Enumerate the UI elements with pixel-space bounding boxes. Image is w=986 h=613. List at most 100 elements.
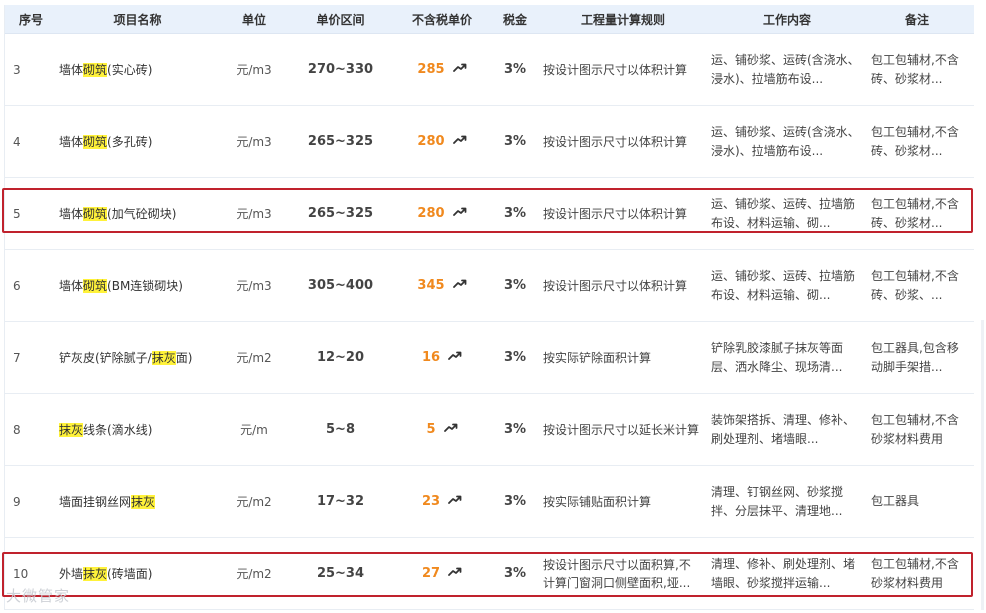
row-unit: 元/m3	[236, 279, 272, 293]
header-rule: 工程量计算规则	[580, 12, 665, 27]
row-unit: 元/m2	[236, 495, 272, 509]
row-seq: 9	[13, 494, 21, 509]
row-range: 25~34	[316, 566, 365, 581]
row-seq: 5	[13, 206, 21, 221]
table-header: 序号 项目名称 单位 单价区间 不含税单价 税金 工程量计算规则 工作内容 备注	[5, 5, 974, 34]
row-note: 包工器具,包含移动脚手架措...	[871, 340, 959, 374]
row-tax: 3%	[503, 62, 527, 77]
trend-up-icon[interactable]	[448, 350, 462, 365]
trend-up-icon[interactable]	[452, 62, 467, 77]
row-rule: 按实际铲除面积计算	[543, 350, 652, 365]
row-range: 305~400	[307, 278, 374, 293]
row-unit: 元/m	[240, 423, 268, 437]
row-unit: 元/m2	[236, 351, 272, 365]
header-range: 单价区间	[316, 12, 365, 27]
row-work: 运、铺砂浆、运砖(含浇水、浸水)、拉墙筋布设...	[711, 124, 860, 158]
name-highlight: 抹灰	[131, 494, 156, 509]
row-range: 270~330	[307, 62, 374, 77]
row-price: 27	[393, 566, 491, 581]
table-row-5[interactable]: 5 墙体砌筑(加气砼砌块) 元/m3 265~325 280 3% 按设计图示尺…	[5, 178, 974, 250]
row-price: 285	[393, 62, 491, 77]
watermark-logo: 大微管家	[6, 587, 71, 605]
row-work: 清理、修补、刷处理剂、堵墙眼、砂浆搅拌运输...	[711, 556, 856, 590]
table-row-4[interactable]: 4 墙体砌筑(多孔砖) 元/m3 265~325 280 3% 按设计图示尺寸以…	[5, 106, 974, 178]
row-rule: 按设计图示尺寸以体积计算	[543, 62, 688, 77]
trend-up-icon[interactable]	[448, 494, 462, 509]
row-rule: 按实际铺贴面积计算	[543, 494, 652, 509]
table-row-8[interactable]: 8 抹灰线条(滴水线) 元/m 5~8 5 3% 按设计图示尺寸以延长米计算 装…	[5, 394, 974, 466]
row-rule: 按设计图示尺寸以体积计算	[543, 134, 688, 149]
price-value: 16	[421, 350, 441, 365]
row-note: 包工包辅材,不含砖、砂浆材...	[871, 52, 959, 86]
row-tax: 3%	[503, 350, 527, 365]
row-name: 墙体砌筑(多孔砖)	[59, 134, 153, 149]
row-seq: 8	[13, 422, 21, 437]
price-value: 27	[421, 566, 441, 581]
row-tax: 3%	[503, 494, 527, 509]
name-highlight: 砌筑	[83, 206, 108, 221]
row-name: 墙面挂钢丝网抹灰	[59, 494, 156, 509]
table-row-10[interactable]: 10 外墙抹灰(砖墙面) 元/m2 25~34 27 3% 按设计图示尺寸以面积…	[5, 538, 974, 610]
row-name: 铲灰皮(铲除腻子/抹灰面)	[59, 350, 193, 365]
row-work: 装饰架搭拆、清理、修补、刷处理剂、堵墙眼...	[711, 412, 856, 446]
row-range: 12~20	[316, 350, 365, 365]
header-note: 备注	[904, 12, 929, 27]
trend-up-icon[interactable]	[448, 566, 462, 581]
row-note: 包工器具	[871, 494, 920, 508]
row-note: 包工包辅材,不含砖、砂浆、...	[871, 268, 959, 302]
row-seq: 10	[13, 566, 29, 581]
row-note: 包工包辅材,不含砖、砂浆材...	[871, 196, 959, 230]
row-price: 345	[393, 278, 491, 293]
price-value: 280	[417, 134, 445, 149]
row-tax: 3%	[503, 422, 527, 437]
row-name: 墙体砌筑(实心砖)	[59, 62, 153, 77]
trend-up-icon[interactable]	[452, 206, 467, 221]
table-row-7[interactable]: 7 铲灰皮(铲除腻子/抹灰面) 元/m2 12~20 16 3% 按实际铲除面积…	[5, 322, 974, 394]
row-price: 280	[393, 206, 491, 221]
name-highlight: 抹灰	[59, 422, 84, 437]
row-name: 外墙抹灰(砖墙面)	[59, 566, 153, 581]
header-name: 项目名称	[113, 12, 162, 27]
row-name: 抹灰线条(滴水线)	[59, 422, 153, 437]
row-range: 5~8	[326, 422, 355, 437]
name-highlight: 砌筑	[83, 62, 108, 77]
row-name: 墙体砌筑(BM连锁砌块)	[59, 278, 183, 293]
price-value: 285	[417, 62, 445, 77]
name-highlight: 砌筑	[83, 134, 108, 149]
row-range: 265~325	[307, 206, 374, 221]
row-price: 280	[393, 134, 491, 149]
trend-up-icon[interactable]	[443, 422, 458, 437]
name-highlight: 砌筑	[83, 278, 108, 293]
row-rule: 按设计图示尺寸以体积计算	[543, 278, 688, 293]
row-range: 17~32	[316, 494, 365, 509]
table-row-6[interactable]: 6 墙体砌筑(BM连锁砌块) 元/m3 305~400 345 3% 按设计图示…	[5, 250, 974, 322]
trend-up-icon[interactable]	[452, 278, 467, 293]
row-work: 运、铺砂浆、运砖、拉墙筋布设、材料运输、砌...	[711, 196, 856, 230]
row-name: 墙体砌筑(加气砼砌块)	[59, 206, 177, 221]
price-value: 280	[417, 206, 445, 221]
row-seq: 3	[13, 62, 21, 77]
row-note: 包工包辅材,不含砖、砂浆材...	[871, 124, 959, 158]
row-work: 清理、钉钢丝网、砂浆搅拌、分层抹平、清理地...	[711, 484, 844, 518]
row-rule: 按设计图示尺寸以体积计算	[543, 206, 688, 221]
table-row-3[interactable]: 3 墙体砌筑(实心砖) 元/m3 270~330 285 3% 按设计图示尺寸以…	[5, 34, 974, 106]
row-unit: 元/m2	[236, 567, 272, 581]
scrollbar[interactable]	[981, 320, 984, 610]
price-value: 23	[421, 494, 441, 509]
row-rule: 按设计图示尺寸以面积算,不计算门窗洞口侧壁面积,垭...	[543, 557, 691, 590]
row-tax: 3%	[503, 134, 527, 149]
header-work: 工作内容	[762, 12, 811, 27]
trend-up-icon[interactable]	[452, 134, 467, 149]
row-unit: 元/m3	[236, 207, 272, 221]
row-work: 运、铺砂浆、运砖(含浇水、浸水)、拉墙筋布设...	[711, 52, 860, 86]
header-price: 不含税单价	[411, 12, 472, 27]
row-tax: 3%	[503, 206, 527, 221]
row-seq: 7	[13, 350, 21, 365]
table-body: 3 墙体砌筑(实心砖) 元/m3 270~330 285 3% 按设计图示尺寸以…	[5, 34, 974, 610]
row-work: 运、铺砂浆、运砖、拉墙筋布设、材料运输、砌...	[711, 268, 856, 302]
table-row-9[interactable]: 9 墙面挂钢丝网抹灰 元/m2 17~32 23 3% 按实际铺贴面积计算 清理…	[5, 466, 974, 538]
price-value: 5	[426, 422, 436, 437]
row-tax: 3%	[503, 566, 527, 581]
row-range: 265~325	[307, 134, 374, 149]
row-price: 16	[393, 350, 491, 365]
